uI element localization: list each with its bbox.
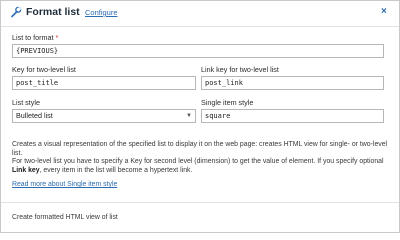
description-p2-end: , every item in the list will become a h… (39, 167, 193, 174)
single-item-style-input[interactable]: square (201, 109, 384, 123)
single-item-style-label: Single item style (201, 98, 254, 107)
link-key-two-level-input[interactable]: post_link (201, 76, 384, 90)
key-two-level-input[interactable]: post_title (12, 76, 196, 90)
chevron-down-icon: ▼ (186, 113, 192, 119)
description-p2-bold: Link key (12, 167, 40, 174)
list-style-label: List style (12, 98, 40, 107)
list-to-format-label-text: List to format (12, 33, 54, 42)
footer-text: Create formatted HTML view of list (12, 214, 118, 221)
list-to-format-input[interactable]: {PREVIOUS} (12, 44, 384, 58)
close-icon[interactable]: × (381, 6, 387, 17)
format-list-panel: Format list Configure × List to format *… (0, 0, 400, 233)
list-style-select[interactable]: Bulleted list ▼ (12, 109, 196, 123)
read-more-link[interactable]: Read more about Single item style (12, 181, 117, 188)
list-style-value: Bulleted list (16, 111, 53, 120)
required-mark: * (55, 33, 59, 42)
link-key-two-level-label: Link key for two-level list (201, 65, 279, 74)
description-paragraph-1: Creates a visual representation of the s… (12, 141, 388, 157)
description-p2-start: For two-level list you have to specify a… (12, 158, 384, 165)
list-to-format-label: List to format * (12, 33, 58, 42)
key-two-level-label: Key for two-level list (12, 65, 76, 74)
header-divider (1, 26, 399, 27)
panel-title: Format list (26, 6, 80, 18)
panel-header: Format list Configure × (1, 1, 399, 27)
footer-divider (1, 202, 399, 203)
wrench-icon (11, 6, 22, 18)
configure-link[interactable]: Configure (85, 8, 118, 17)
description-paragraph-2: For two-level list you have to specify a… (12, 157, 392, 175)
